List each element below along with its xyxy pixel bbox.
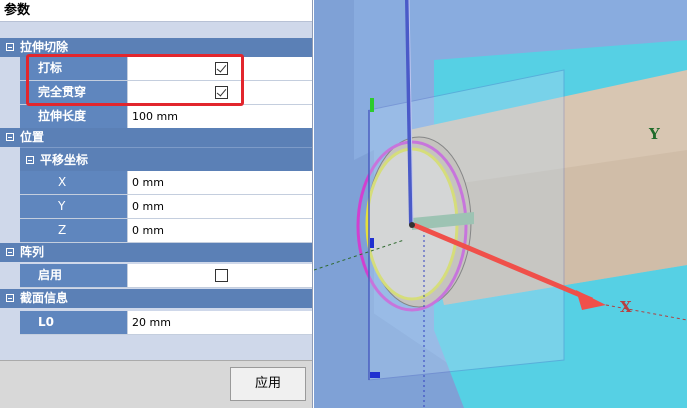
row-extrude-length: 拉伸长度 100 mm	[20, 105, 312, 129]
enable-checkbox[interactable]	[215, 269, 228, 282]
collapse-icon[interactable]	[6, 43, 14, 51]
subgroup-translate[interactable]: 平移坐标	[20, 147, 312, 171]
group-label: 阵列	[20, 245, 45, 259]
row-mark: 打标	[20, 57, 312, 81]
prop-name: Y	[20, 195, 128, 218]
group-label: 拉伸切除	[20, 40, 69, 54]
prop-name: 完全贯穿	[20, 81, 128, 104]
extrude-length-field[interactable]: 100 mm	[128, 105, 312, 128]
apply-button[interactable]: 应用	[230, 367, 306, 401]
row-enable: 启用	[20, 264, 312, 288]
through-all-checkbox[interactable]	[215, 86, 228, 99]
row-through-all: 完全贯穿	[20, 81, 312, 105]
collapse-icon[interactable]	[6, 133, 14, 141]
panel-empty-area	[0, 336, 312, 360]
x-axis-label: X	[620, 298, 632, 316]
group-extrude-cut[interactable]: 拉伸切除	[0, 38, 312, 57]
panel-footer: 应用	[0, 360, 312, 408]
collapse-icon[interactable]	[6, 294, 14, 302]
prop-name: X	[20, 171, 128, 194]
l0-field[interactable]: 20 mm	[128, 311, 312, 334]
y-field[interactable]: 0 mm	[128, 195, 312, 218]
group-section-info[interactable]: 截面信息	[0, 289, 312, 308]
3d-viewport[interactable]: Y X	[314, 0, 687, 408]
prop-name: 打标	[20, 57, 128, 80]
mark-checkbox[interactable]	[215, 62, 228, 75]
prop-value[interactable]	[128, 81, 312, 104]
y-axis-label: Y	[649, 125, 660, 143]
prop-value[interactable]	[128, 264, 312, 287]
property-panel: 参数 拉伸切除 打标 完全贯穿 拉伸长度 100 mm 位置 平移坐标 X 0 …	[0, 0, 313, 408]
prop-name: 启用	[20, 264, 128, 287]
collapse-icon[interactable]	[26, 156, 34, 164]
group-position[interactable]: 位置	[0, 128, 312, 147]
prop-name: 拉伸长度	[20, 105, 128, 128]
subgroup-label: 平移坐标	[40, 153, 89, 167]
row-l0: L0 20 mm	[20, 311, 312, 335]
scene-graphics	[314, 0, 687, 408]
group-label: 截面信息	[20, 291, 69, 305]
prop-name: L0	[20, 311, 128, 334]
z-field[interactable]: 0 mm	[128, 219, 312, 242]
prop-value[interactable]	[128, 57, 312, 80]
prop-name: Z	[20, 219, 128, 242]
group-label: 位置	[20, 130, 45, 144]
x-field[interactable]: 0 mm	[128, 171, 312, 194]
row-z: Z 0 mm	[20, 219, 312, 243]
row-x: X 0 mm	[20, 171, 312, 195]
collapse-icon[interactable]	[6, 248, 14, 256]
row-y: Y 0 mm	[20, 195, 312, 219]
panel-title: 参数	[0, 0, 312, 22]
group-array[interactable]: 阵列	[0, 243, 312, 262]
